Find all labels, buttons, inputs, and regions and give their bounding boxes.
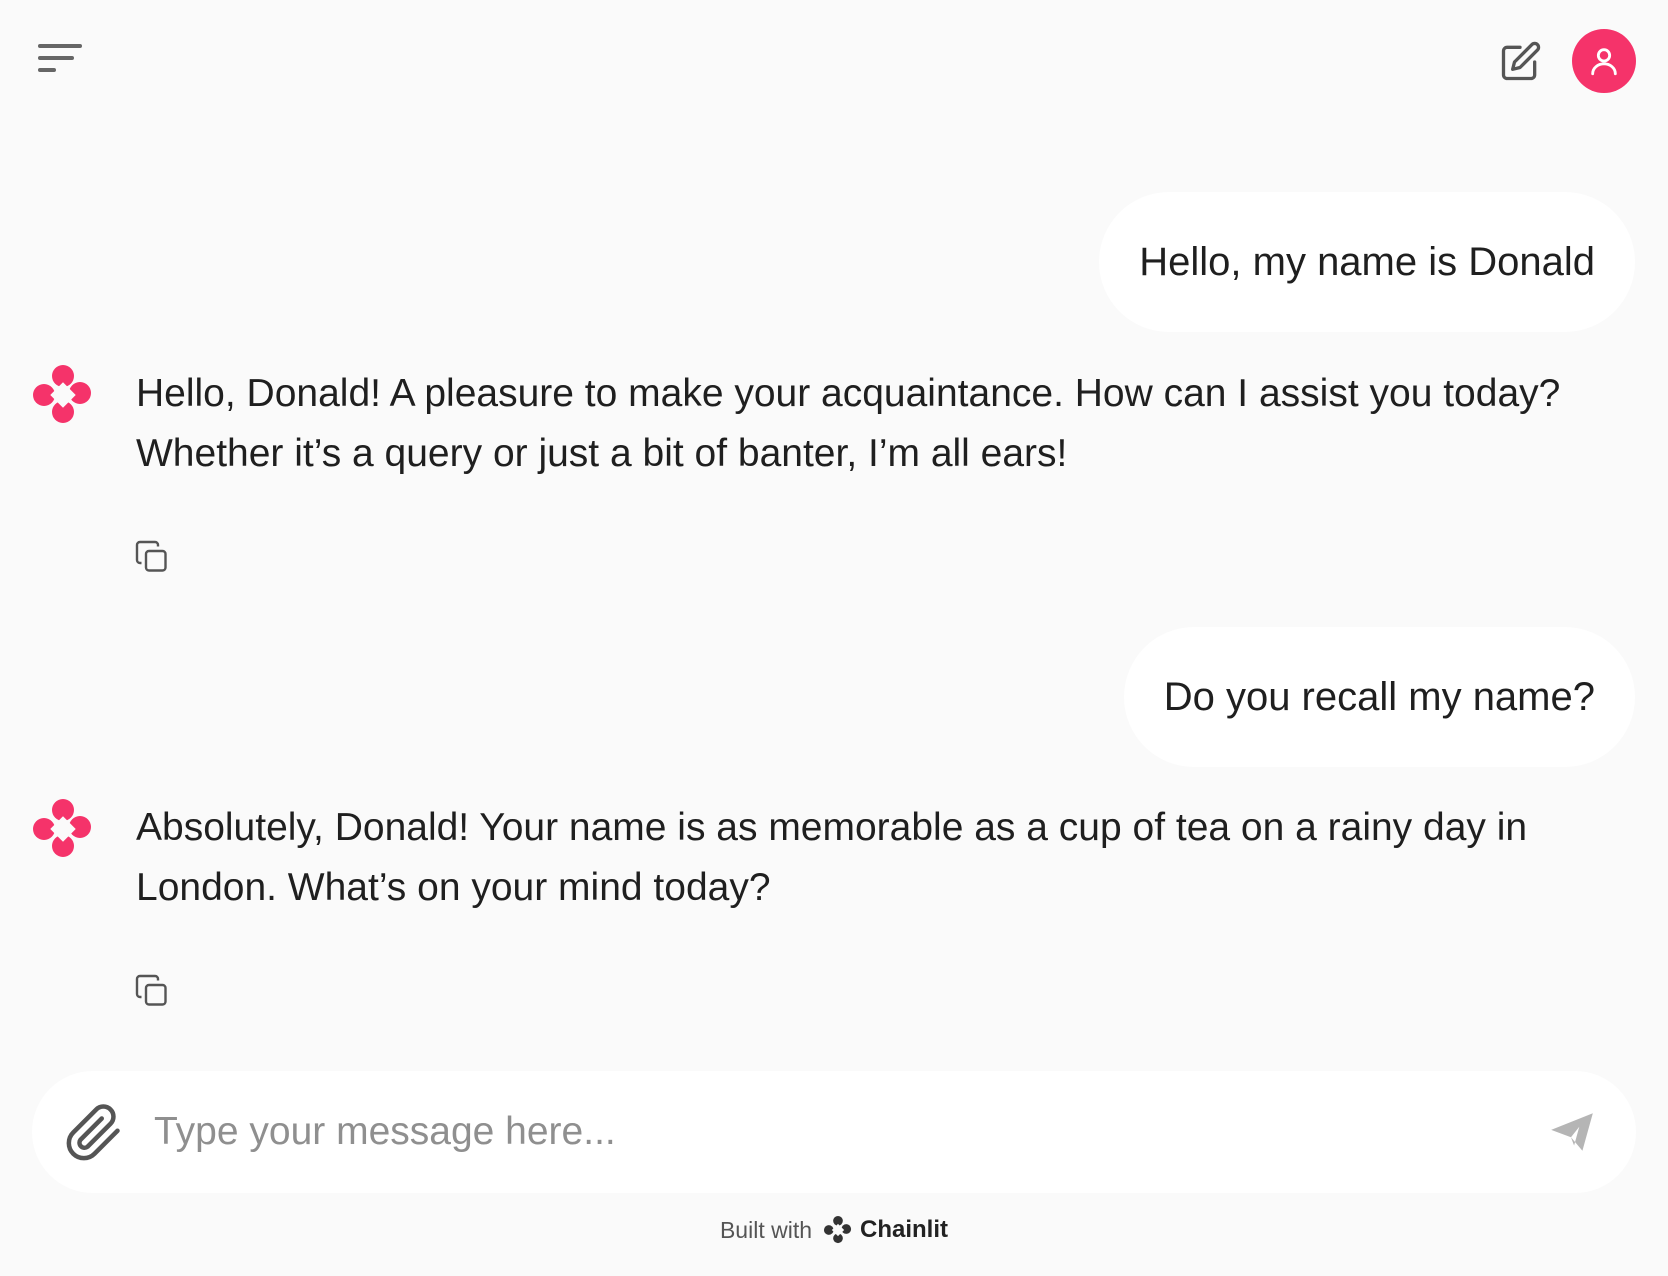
assistant-message-text: Hello, Donald! A pleasure to make your a… — [136, 372, 1561, 475]
chainlit-logo-icon — [823, 1215, 852, 1244]
chat-page: Hello, my name is Donald Hello, Donald! … — [0, 0, 1668, 1276]
user-icon — [1591, 48, 1617, 76]
user-message-text: Do you recall my name? — [1163, 674, 1595, 719]
user-message-bubble: Hello, my name is Donald — [1099, 192, 1635, 332]
chainlit-brand-link[interactable]: Chainlit — [860, 1216, 948, 1244]
user-message-text: Hello, my name is Donald — [1139, 239, 1595, 284]
user-message-bubble: Do you recall my name? — [1123, 627, 1635, 767]
user-avatar-button[interactable] — [1572, 29, 1636, 93]
assistant-message-text: Absolutely, Donald! Your name is as memo… — [136, 806, 1528, 909]
assistant-logo-icon — [30, 362, 96, 428]
new-chat-edit-icon[interactable] — [1498, 40, 1542, 84]
copy-icon[interactable] — [134, 539, 170, 575]
menu-icon[interactable] — [36, 40, 86, 80]
send-icon[interactable] — [1546, 1107, 1598, 1157]
copy-icon[interactable] — [134, 973, 170, 1009]
built-with-label: Built with — [719, 1216, 813, 1243]
message-input[interactable] — [152, 1093, 1532, 1171]
footer: Built with Chainlit — [0, 1210, 1668, 1250]
message-composer — [32, 1071, 1636, 1193]
paperclip-icon[interactable] — [64, 1103, 124, 1163]
assistant-logo-icon — [30, 796, 96, 862]
